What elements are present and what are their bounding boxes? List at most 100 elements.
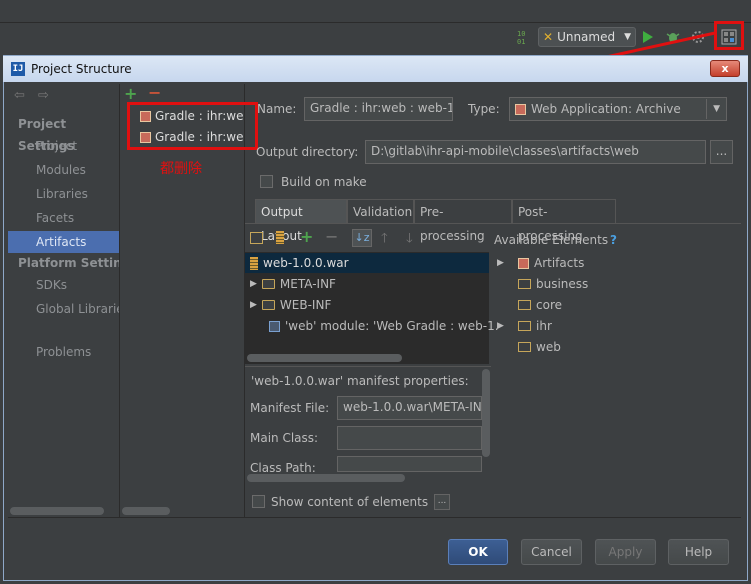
type-select-value: Web Application: Archive [531, 102, 681, 116]
manifest-properties-panel: 'web-1.0.0.war' manifest properties: Man… [245, 366, 491, 475]
create-archive-icon[interactable] [276, 231, 284, 247]
main-class-input[interactable] [337, 426, 482, 450]
browse-button[interactable]: ... [710, 140, 733, 164]
available-elements-label: Available Elements [494, 233, 609, 247]
tree-node-war[interactable]: web-1.0.0.war [250, 253, 349, 273]
sidebar-item-artifacts[interactable]: Artifacts [8, 231, 119, 253]
expand-arrow-icon: ▶ [250, 300, 257, 310]
sidebar-item-global-libraries[interactable]: Global Librarie [8, 298, 119, 320]
sidebar-item-sdks[interactable]: SDKs [8, 274, 119, 296]
available-item-business[interactable]: business [518, 274, 588, 294]
dialog-title: Project Structure [31, 62, 132, 76]
footer-divider [8, 517, 741, 518]
tree-node-label: WEB-INF [279, 298, 332, 312]
settings-sidebar: ⇦ ⇨ Project Settings Project Modules Lib… [8, 84, 120, 517]
tree-node-label: META-INF [279, 277, 336, 291]
web-app-icon [515, 103, 526, 115]
tab-post-processing[interactable]: Post-processing [512, 199, 616, 243]
module-folder-icon [518, 300, 531, 310]
available-item-artifacts[interactable]: Artifacts [518, 253, 584, 273]
folder-icon [261, 279, 275, 289]
manifest-file-input[interactable]: web-1.0.0.war\META-IN [337, 396, 482, 420]
apply-button[interactable]: Apply [595, 539, 656, 565]
tree-node-label: web-1.0.0.war [263, 256, 349, 270]
name-label: Name: [257, 102, 297, 116]
delete-all-annotation: 都删除 [160, 161, 202, 177]
available-item-web[interactable]: web [518, 337, 561, 357]
close-button[interactable]: x [710, 60, 740, 77]
module-icon [269, 320, 280, 332]
highlight-box [127, 102, 258, 150]
cancel-button[interactable]: Cancel [521, 539, 582, 565]
ok-button[interactable]: OK [448, 539, 508, 565]
expand-arrow-icon: ▶ [497, 321, 504, 331]
tree-node-web-inf[interactable]: ▶ WEB-INF [250, 295, 331, 315]
tab-pre-processing[interactable]: Pre-processing [414, 199, 512, 243]
back-arrow-icon[interactable]: ⇦ [14, 88, 25, 103]
gift-box-icon [518, 257, 529, 269]
class-path-input[interactable] [337, 456, 482, 472]
dialog-titlebar: IJ Project Structure [3, 56, 748, 82]
show-content-checkbox[interactable] [252, 495, 265, 508]
sidebar-item-modules[interactable]: Modules [8, 159, 119, 181]
archive-icon [250, 256, 258, 270]
remove-artifact-button[interactable]: − [148, 83, 161, 102]
output-directory-label: Output directory: [256, 145, 359, 159]
tree-node-meta-inf[interactable]: ▶ META-INF [250, 274, 336, 294]
manifest-scrollbar-h[interactable] [247, 474, 405, 482]
sidebar-item-problems[interactable]: Problems [8, 341, 119, 363]
tab-output-layout[interactable]: Output Layout [255, 199, 347, 243]
create-directory-icon[interactable] [250, 232, 263, 244]
type-label: Type: [468, 102, 500, 116]
sidebar-header-platform-settings: Platform Setting [18, 256, 119, 270]
ide-menu-strip [0, 0, 751, 23]
module-folder-icon [518, 342, 531, 352]
manifest-title: 'web-1.0.0.war' manifest properties: [251, 374, 469, 388]
tab-divider [245, 223, 741, 224]
build-on-make-label: Build on make [281, 175, 367, 189]
chevron-down-icon: ▼ [706, 99, 720, 119]
add-artifact-button[interactable]: + [124, 84, 137, 103]
main-class-label: Main Class: [250, 431, 319, 445]
sidebar-item-facets[interactable]: Facets [8, 207, 119, 229]
move-down-icon[interactable]: 🡓 [406, 229, 413, 251]
class-path-label: Class Path: [250, 461, 316, 475]
available-item-label: Artifacts [534, 256, 585, 270]
tree-node-module[interactable]: 'web' module: 'Web Gradle : web-1. [269, 316, 499, 336]
manifest-scrollbar-v[interactable] [482, 369, 490, 457]
available-item-label: business [536, 277, 589, 291]
sidebar-scrollbar[interactable] [10, 507, 104, 515]
type-select[interactable]: Web Application: Archive ▼ [509, 97, 727, 121]
sidebar-item-libraries[interactable]: Libraries [8, 183, 119, 205]
module-folder-icon [518, 321, 531, 331]
output-layout-tree[interactable]: web-1.0.0.war ▶ META-INF ▶ WEB-INF 'web'… [245, 252, 499, 364]
sidebar-item-project[interactable]: Project [8, 135, 119, 157]
add-element-icon[interactable]: + [300, 227, 313, 246]
expand-arrow-icon: ▶ [497, 258, 504, 268]
module-folder-icon [518, 279, 531, 289]
manifest-file-label: Manifest File: [250, 401, 330, 415]
sort-elements-icon[interactable]: ↓z [352, 229, 372, 247]
help-mark-icon[interactable]: ? [610, 233, 617, 247]
folder-icon [261, 300, 275, 310]
available-item-ihr[interactable]: ihr [518, 316, 552, 336]
tree-scrollbar[interactable] [247, 354, 402, 362]
sidebar-header-project-settings: Project Settings [18, 117, 75, 153]
help-button[interactable]: Help [668, 539, 729, 565]
show-content-options-button[interactable]: ... [434, 494, 450, 510]
intellij-logo-icon: IJ [11, 62, 25, 76]
move-up-icon[interactable]: 🡑 [381, 229, 388, 251]
forward-arrow-icon[interactable]: ⇨ [38, 88, 49, 103]
show-content-label: Show content of elements [271, 495, 429, 509]
tree-node-label: 'web' module: 'Web Gradle : web-1. [285, 319, 499, 333]
available-item-core[interactable]: core [518, 295, 562, 315]
tab-validation[interactable]: Validation [347, 199, 414, 223]
artifacts-scrollbar[interactable] [122, 507, 170, 515]
output-directory-input[interactable]: D:\gitlab\ihr-api-mobile\classes\artifac… [365, 140, 706, 164]
remove-element-icon[interactable]: − [325, 227, 338, 246]
name-input[interactable]: Gradle : ihr:web : web-1 [304, 97, 453, 121]
expand-arrow-icon: ▶ [250, 279, 257, 289]
available-item-label: web [536, 340, 561, 354]
build-on-make-checkbox[interactable] [260, 175, 273, 188]
available-item-label: core [536, 298, 562, 312]
